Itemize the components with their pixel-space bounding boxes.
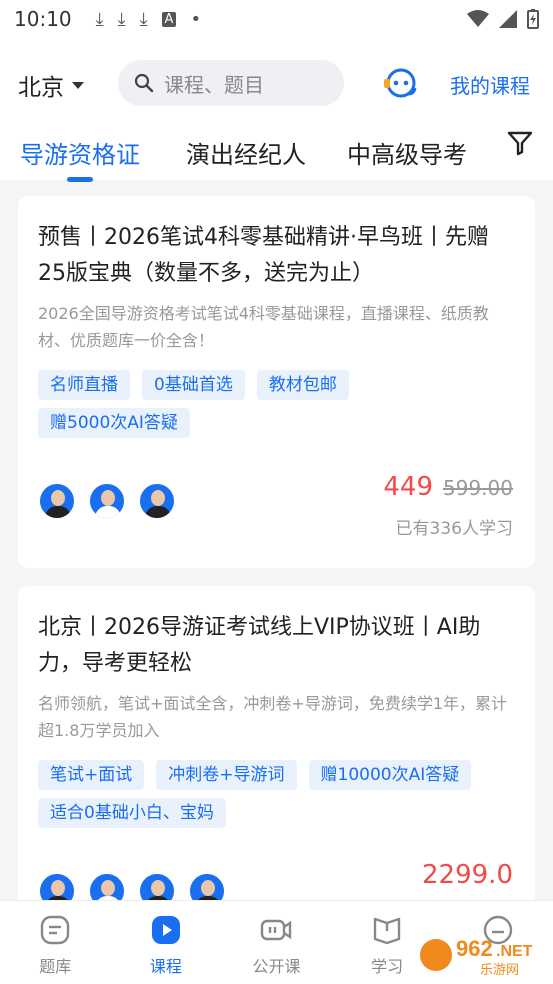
- book-icon: [373, 917, 401, 945]
- city-label: 北京: [18, 75, 64, 101]
- nav-label: 课程: [149, 957, 182, 976]
- top-header: 北京 课程、题目 我的课程 导游资格证 演出经纪人 中高级导考: [0, 38, 553, 182]
- search-icon: [134, 73, 154, 93]
- caret-down-icon: [72, 81, 84, 89]
- city-selector[interactable]: 北京: [18, 68, 84, 102]
- course-tag: 赠5000次AI答疑: [38, 408, 190, 438]
- status-time: 10:10: [14, 7, 72, 31]
- svg-text:.NET: .NET: [496, 943, 533, 960]
- watermark-logo: 962 .NET 乐游网: [420, 936, 533, 978]
- nav-label: 学习: [371, 957, 404, 976]
- play-icon: [151, 916, 180, 944]
- a-icon: A: [161, 11, 177, 27]
- course-card[interactable]: 北京丨2026导游证考试线上VIP协议班丨AI助力，导考更轻松 名师领航，笔试+…: [18, 586, 535, 910]
- tab-label: 中高级导考: [347, 140, 467, 169]
- status-bar: 10:10 ⤓ ⤓ ⤓ A •: [0, 0, 553, 38]
- course-tag: 冲刺卷+导游词: [156, 760, 297, 790]
- course-tags: 名师直播 0基础首选 教材包邮 赠5000次AI答疑: [38, 370, 478, 438]
- course-description: 2026全国导游资格考试笔试4科零基础课程，直播课程、纸质教材、优质题库一价全含…: [38, 304, 489, 350]
- course-tags: 笔试+面试 冲刺卷+导游词 赠10000次AI答疑 适合0基础小白、宝妈: [38, 760, 478, 828]
- download-icon: ⤓: [95, 8, 104, 30]
- nav-question-bank[interactable]: 题库: [0, 901, 111, 984]
- tab-performance-agent[interactable]: 演出经纪人: [186, 135, 306, 170]
- signal-icon: [499, 10, 517, 28]
- current-price: 2299.0: [422, 860, 513, 890]
- course-tag: 适合0基础小白、宝妈: [38, 798, 226, 828]
- tab-tour-guide[interactable]: 导游资格证: [20, 135, 140, 182]
- live-icon: [261, 919, 292, 941]
- avatar: [138, 482, 176, 520]
- category-tabs: 导游资格证 演出经纪人 中高级导考: [0, 126, 553, 182]
- question-bank-icon: [41, 915, 70, 945]
- teacher-avatars: [38, 482, 176, 520]
- nav-courses[interactable]: 课程: [111, 901, 222, 984]
- course-tag: 名师直播: [38, 370, 130, 400]
- filter-icon[interactable]: [507, 130, 533, 156]
- avatar: [88, 482, 126, 520]
- avatar: [38, 482, 76, 520]
- my-courses-link[interactable]: 我的课程: [450, 70, 530, 99]
- course-card[interactable]: 预售丨2026笔试4科零基础精讲·早鸟班丨先赠25版宝典（数量不多，送完为止） …: [18, 196, 535, 568]
- ai-assistant-icon[interactable]: [382, 64, 420, 102]
- svg-text:962: 962: [456, 936, 493, 961]
- tab-label: 演出经纪人: [186, 140, 306, 169]
- search-placeholder: 课程、题目: [164, 72, 264, 97]
- battery-icon: [527, 9, 539, 29]
- nav-label: 题库: [39, 957, 72, 976]
- nav-label: 公开课: [252, 957, 301, 976]
- course-title: 预售丨2026笔试4科零基础精讲·早鸟班丨先赠25版宝典（数量不多，送完为止）: [38, 225, 489, 286]
- course-tag: 笔试+面试: [38, 760, 145, 790]
- course-price: 449 599.00: [383, 472, 513, 502]
- active-tab-indicator: [67, 176, 93, 182]
- search-input[interactable]: 课程、题目: [118, 60, 344, 106]
- current-price: 449: [383, 472, 434, 502]
- original-price: 599.00: [443, 476, 513, 500]
- course-tag: 0基础首选: [142, 370, 245, 400]
- course-tag: 赠10000次AI答疑: [308, 760, 472, 790]
- download-icon: ⤓: [117, 8, 126, 30]
- wifi-icon: [467, 10, 489, 27]
- tab-advanced-guide[interactable]: 中高级导考: [347, 135, 467, 170]
- course-title: 北京丨2026导游证考试线上VIP协议班丨AI助力，导考更轻松: [38, 615, 481, 676]
- learner-count: 已有336人学习: [395, 519, 513, 539]
- download-icon: ⤓: [139, 8, 148, 30]
- dot-icon: •: [190, 8, 202, 30]
- course-price: 2299.0: [422, 860, 513, 890]
- nav-open-class[interactable]: 公开课: [221, 901, 332, 984]
- course-description: 名师领航，笔试+面试全含，冲刺卷+导游词，免费续学1年，累计超1.8万学员加入: [38, 694, 507, 740]
- course-tag: 教材包邮: [256, 370, 349, 400]
- svg-text:乐游网: 乐游网: [480, 963, 519, 978]
- tab-label: 导游资格证: [20, 140, 140, 169]
